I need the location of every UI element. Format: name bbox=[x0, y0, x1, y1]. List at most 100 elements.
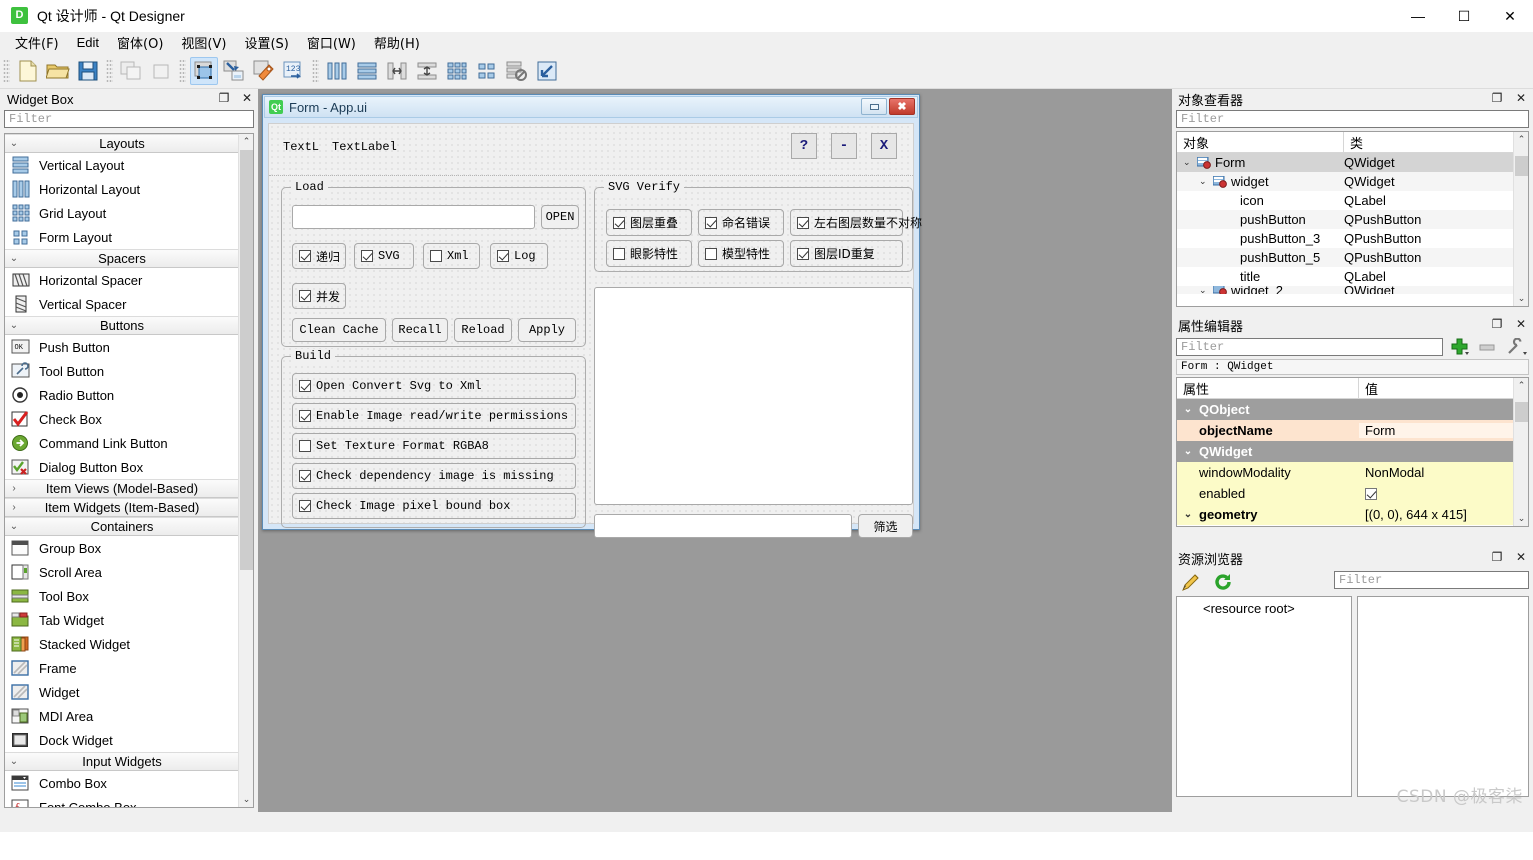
property-value[interactable] bbox=[1359, 487, 1528, 500]
resource-preview-pane[interactable] bbox=[1357, 596, 1529, 797]
widget-item-check-box[interactable]: Check Box bbox=[5, 407, 239, 431]
widget-box-category-containers[interactable]: ⌄ Containers bbox=[5, 517, 239, 536]
menu-edit[interactable]: Edit bbox=[68, 33, 108, 52]
property-editor-undock-icon[interactable]: ❐ bbox=[1490, 316, 1504, 332]
window-close-button[interactable]: ✕ bbox=[1487, 0, 1533, 32]
widget-box-category-input-widgets[interactable]: ⌄ Input Widgets bbox=[5, 752, 239, 771]
table-row[interactable]: pushButton_5 QPushButton bbox=[1177, 248, 1528, 267]
form-restore-button[interactable] bbox=[861, 98, 887, 115]
edit-buddies-icon[interactable] bbox=[250, 57, 278, 85]
widget-box-category-item-views[interactable]: › Item Views (Model-Based) bbox=[5, 479, 239, 498]
option-log[interactable]: Log bbox=[490, 243, 548, 269]
checkbox-icon[interactable] bbox=[430, 250, 442, 262]
widget-box-category-layouts[interactable]: ⌄ Layouts bbox=[5, 134, 239, 153]
toolbar-grip[interactable] bbox=[3, 58, 10, 83]
table-row[interactable]: ⌄ widget QWidget bbox=[1177, 172, 1528, 191]
layout-form-icon[interactable] bbox=[473, 57, 501, 85]
add-property-icon[interactable] bbox=[1449, 337, 1471, 357]
apply-button[interactable]: Apply bbox=[518, 318, 576, 342]
widget-box-category-buttons[interactable]: ⌄ Buttons bbox=[5, 316, 239, 335]
window-maximize-button[interactable]: ☐ bbox=[1441, 0, 1487, 32]
adjust-size-icon[interactable] bbox=[533, 57, 561, 85]
edit-widgets-icon[interactable] bbox=[190, 56, 218, 85]
remove-property-icon[interactable] bbox=[1477, 337, 1499, 357]
edit-signals-slots-icon[interactable] bbox=[220, 57, 248, 85]
widget-box-close-icon[interactable]: ✕ bbox=[240, 90, 254, 106]
table-row[interactable]: title QLabel bbox=[1177, 267, 1528, 286]
object-inspector-close-icon[interactable]: ✕ bbox=[1514, 90, 1528, 106]
scroll-up-icon[interactable]: ⌃ bbox=[1514, 132, 1528, 147]
widget-box-category-item-widgets[interactable]: › Item Widgets (Item-Based) bbox=[5, 498, 239, 517]
property-editor-scroll-thumb[interactable] bbox=[1515, 402, 1528, 422]
menu-view[interactable]: 视图(V) bbox=[172, 31, 235, 54]
widget-box-category-spacers[interactable]: ⌄ Spacers bbox=[5, 249, 239, 268]
menu-window[interactable]: 窗口(W) bbox=[298, 31, 365, 54]
chevron-down-icon[interactable]: ⌄ bbox=[1177, 404, 1199, 415]
build-option-convert-svg[interactable]: Open Convert Svg to Xml bbox=[292, 373, 576, 399]
chevron-down-icon[interactable]: ⌄ bbox=[1177, 509, 1199, 520]
checkbox-icon[interactable] bbox=[1365, 487, 1377, 500]
toolbar-grip-4[interactable] bbox=[312, 58, 319, 83]
table-row[interactable]: pushButton QPushButton bbox=[1177, 210, 1528, 229]
form-titlebar[interactable]: Qt Form - App.ui ✖ bbox=[264, 96, 918, 118]
table-row[interactable]: icon QLabel bbox=[1177, 191, 1528, 210]
layout-grid-icon[interactable] bbox=[443, 57, 471, 85]
widget-item-combo-box[interactable]: Combo Box bbox=[5, 771, 239, 795]
property-row-windowmodality[interactable]: windowModality NonModal bbox=[1177, 462, 1528, 483]
checkbox-icon[interactable] bbox=[613, 216, 625, 229]
filter-button[interactable]: 筛选 bbox=[858, 514, 913, 538]
design-canvas[interactable]: Qt Form - App.ui ✖ TextL TextLabel ? - X bbox=[258, 89, 1172, 812]
save-form-icon[interactable] bbox=[74, 57, 102, 85]
object-inspector-filter-input[interactable]: Filter bbox=[1176, 110, 1529, 128]
scroll-down-icon[interactable]: ⌄ bbox=[239, 792, 253, 807]
scroll-up-icon[interactable]: ⌃ bbox=[1514, 378, 1528, 393]
widget-box-scroll-thumb[interactable] bbox=[240, 150, 253, 570]
widget-item-group-box[interactable]: Group Box bbox=[5, 536, 239, 560]
widget-item-vertical-spacer[interactable]: Vertical Spacer bbox=[5, 292, 239, 316]
option-recursive[interactable]: 递归 bbox=[292, 243, 346, 269]
open-form-icon[interactable] bbox=[44, 57, 72, 85]
menu-settings[interactable]: 设置(S) bbox=[235, 31, 297, 54]
verify-option-eyeshadow[interactable]: 眼影特性 bbox=[606, 240, 692, 267]
widget-item-frame[interactable]: Frame bbox=[5, 656, 239, 680]
layout-horizontally-icon[interactable] bbox=[323, 57, 351, 85]
property-row-objectname[interactable]: objectName Form bbox=[1177, 420, 1528, 441]
property-editor-filter-input[interactable]: Filter bbox=[1176, 338, 1443, 356]
checkbox-icon[interactable] bbox=[299, 440, 311, 452]
build-option-image-permissions[interactable]: Enable Image read/write permissions bbox=[292, 403, 576, 429]
toolbar-grip-2[interactable] bbox=[106, 58, 113, 83]
checkbox-icon[interactable] bbox=[797, 216, 809, 229]
result-filter-input[interactable] bbox=[594, 514, 852, 538]
widget-item-scroll-area[interactable]: Scroll Area bbox=[5, 560, 239, 584]
toolbar-grip-3[interactable] bbox=[179, 58, 186, 83]
widget-item-tool-button[interactable]: Tool Button bbox=[5, 359, 239, 383]
checkbox-icon[interactable] bbox=[361, 250, 373, 262]
property-row-enabled[interactable]: enabled bbox=[1177, 483, 1528, 504]
chevron-down-icon[interactable]: ⌄ bbox=[1183, 157, 1197, 168]
widget-box-scrollbar[interactable]: ⌃ ⌄ bbox=[238, 134, 253, 807]
widget-item-stacked-widget[interactable]: Stacked Widget bbox=[5, 632, 239, 656]
result-list-view[interactable] bbox=[594, 287, 913, 505]
widget-box-undock-icon[interactable]: ❐ bbox=[217, 90, 231, 106]
widget-item-widget[interactable]: Widget bbox=[5, 680, 239, 704]
checkbox-icon[interactable] bbox=[705, 247, 717, 260]
new-form-icon[interactable] bbox=[14, 57, 42, 85]
design-form-window[interactable]: Qt Form - App.ui ✖ TextL TextLabel ? - X bbox=[262, 94, 922, 538]
verify-option-naming-error[interactable]: 命名错误 bbox=[698, 209, 784, 236]
checkbox-icon[interactable] bbox=[299, 470, 311, 482]
widget-item-vertical-layout[interactable]: Vertical Layout bbox=[5, 153, 239, 177]
redo-icon[interactable] bbox=[147, 57, 175, 85]
form-design-surface[interactable]: TextL TextLabel ? - X Load OPEN 递归 SVG X… bbox=[268, 123, 922, 538]
menu-help[interactable]: 帮助(H) bbox=[365, 31, 429, 54]
object-inspector-scroll-thumb[interactable] bbox=[1515, 156, 1528, 176]
scroll-down-icon[interactable]: ⌄ bbox=[1514, 511, 1528, 526]
close-button[interactable]: X bbox=[871, 133, 897, 159]
verify-option-model-property[interactable]: 模型特性 bbox=[698, 240, 784, 267]
chevron-down-icon[interactable]: ⌄ bbox=[1177, 446, 1199, 457]
chevron-down-icon[interactable]: ⌄ bbox=[1199, 286, 1213, 294]
build-option-check-bound-box[interactable]: Check Image pixel bound box bbox=[292, 493, 576, 519]
undo-icon[interactable] bbox=[117, 57, 145, 85]
resource-browser-close-icon[interactable]: ✕ bbox=[1514, 549, 1528, 565]
resource-browser-undock-icon[interactable]: ❐ bbox=[1490, 549, 1504, 565]
scroll-down-icon[interactable]: ⌄ bbox=[1514, 291, 1528, 306]
